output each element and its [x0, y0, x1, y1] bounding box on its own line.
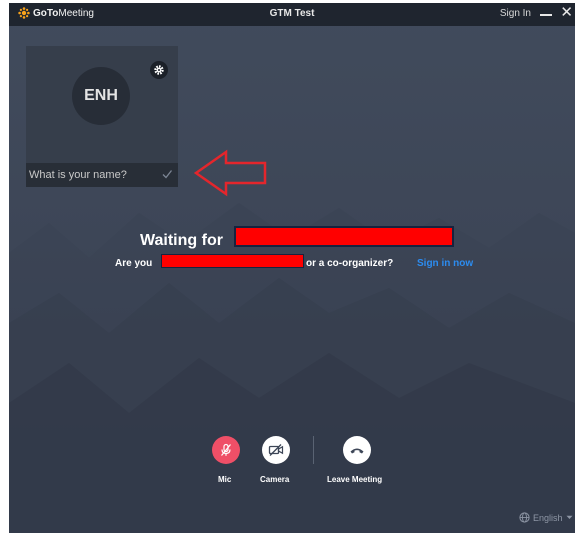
- mic-button[interactable]: [212, 436, 240, 464]
- mic-muted-icon: [221, 443, 231, 456]
- window-title: GTM Test: [269, 8, 315, 19]
- gotomeeting-window: GoToMeeting GTM Test Sign In ✕ ENH What …: [9, 3, 575, 533]
- controls-divider: [313, 436, 314, 464]
- arrow-annotation-icon: [193, 149, 267, 197]
- title-bar: GoToMeeting GTM Test Sign In ✕: [9, 3, 575, 26]
- gear-icon: [154, 65, 164, 75]
- sign-in-now-link[interactable]: Sign in now: [417, 258, 473, 269]
- close-icon[interactable]: ✕: [560, 4, 573, 22]
- minimize-icon[interactable]: [539, 7, 553, 21]
- redacted-organizer-name: [234, 226, 454, 247]
- organizer-question-prefix: Are you: [115, 258, 153, 269]
- waiting-for-heading: Waiting for: [140, 232, 223, 249]
- leave-meeting-label: Leave Meeting: [327, 475, 383, 484]
- settings-button[interactable]: [150, 61, 168, 79]
- camera-button[interactable]: [262, 436, 290, 464]
- leave-meeting-icon: [350, 448, 364, 454]
- chevron-down-icon: [566, 515, 573, 519]
- leave-meeting-button[interactable]: [343, 436, 371, 464]
- globe-icon: [519, 512, 530, 523]
- organizer-question-suffix: or a co-organizer?: [306, 258, 394, 269]
- name-input[interactable]: [26, 163, 156, 187]
- name-field[interactable]: [26, 163, 178, 187]
- avatar: ENH: [72, 67, 130, 125]
- camera-off-icon: [268, 444, 284, 456]
- language-selector[interactable]: English: [519, 512, 573, 523]
- mic-label: Mic: [218, 475, 232, 484]
- redacted-organizer-name-2: [161, 254, 304, 268]
- checkmark-icon[interactable]: [161, 168, 173, 180]
- camera-label: Camera: [260, 475, 290, 484]
- video-preview-tile: ENH: [26, 46, 178, 187]
- language-label: English: [533, 512, 563, 523]
- sign-in-link[interactable]: Sign In: [500, 8, 531, 19]
